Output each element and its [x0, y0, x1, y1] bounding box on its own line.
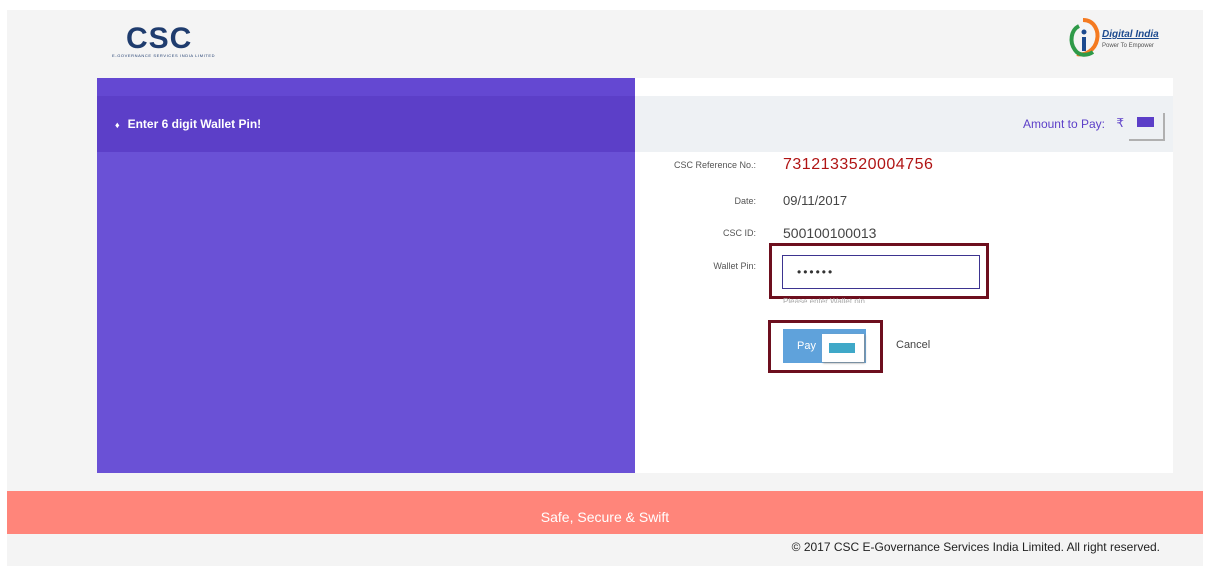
amount-value-redacted — [1137, 117, 1154, 127]
csc-logo-text: CSC — [126, 22, 193, 55]
cancel-link[interactable]: Cancel — [896, 339, 930, 351]
header: CSC E-GOVERNANCE SERVICES INDIA LIMITED … — [7, 10, 1203, 78]
ref-value: 7312133520004756 — [783, 156, 934, 173]
instruction-bar: ♦ Enter 6 digit Wallet Pin! — [97, 96, 635, 152]
digital-india-text: Digital India — [1102, 29, 1159, 40]
csc-logo: CSC E-GOVERNANCE SERVICES INDIA LIMITED — [112, 22, 222, 62]
csc-id-label: CSC ID: — [722, 228, 756, 238]
digital-india-emblem-icon — [1069, 18, 1100, 57]
diamond-icon: ♦ — [115, 120, 120, 130]
digital-india-logo: Digital India Power To Empower — [1065, 16, 1175, 61]
digital-india-tagline: Power To Empower — [1102, 43, 1154, 49]
rupee-icon: ₹ — [1116, 116, 1124, 130]
left-panel-stripe — [97, 78, 635, 96]
instruction: ♦ Enter 6 digit Wallet Pin! — [115, 117, 261, 131]
amount-bar: Amount to Pay: ₹ — [635, 96, 1173, 152]
footer-bar: Safe, Secure & Swift — [7, 491, 1203, 534]
wallet-pin-hint: Please enter Wallet pin — [783, 297, 865, 303]
amount-value-box — [1129, 113, 1165, 141]
instruction-text: Enter 6 digit Wallet Pin! — [127, 117, 262, 131]
csc-id-value: 500100100013 — [783, 225, 877, 241]
left-panel: ♦ Enter 6 digit Wallet Pin! — [97, 78, 635, 473]
footer-tagline: Safe, Secure & Swift — [540, 509, 670, 525]
copyright: © 2017 CSC E-Governance Services India L… — [791, 540, 1160, 554]
csc-logo-subtext: E-GOVERNANCE SERVICES INDIA LIMITED — [112, 53, 216, 58]
amount-label: Amount to Pay: — [1022, 117, 1105, 131]
pay-overlay-tab — [822, 334, 864, 362]
wallet-pin-input[interactable] — [782, 255, 980, 289]
pay-overlay-redacted — [829, 343, 855, 353]
wallet-pin-label: Wallet Pin: — [713, 261, 756, 271]
date-label: Date: — [734, 196, 756, 206]
date-value: 09/11/2017 — [783, 193, 848, 208]
ref-label: CSC Reference No.: — [673, 160, 756, 170]
